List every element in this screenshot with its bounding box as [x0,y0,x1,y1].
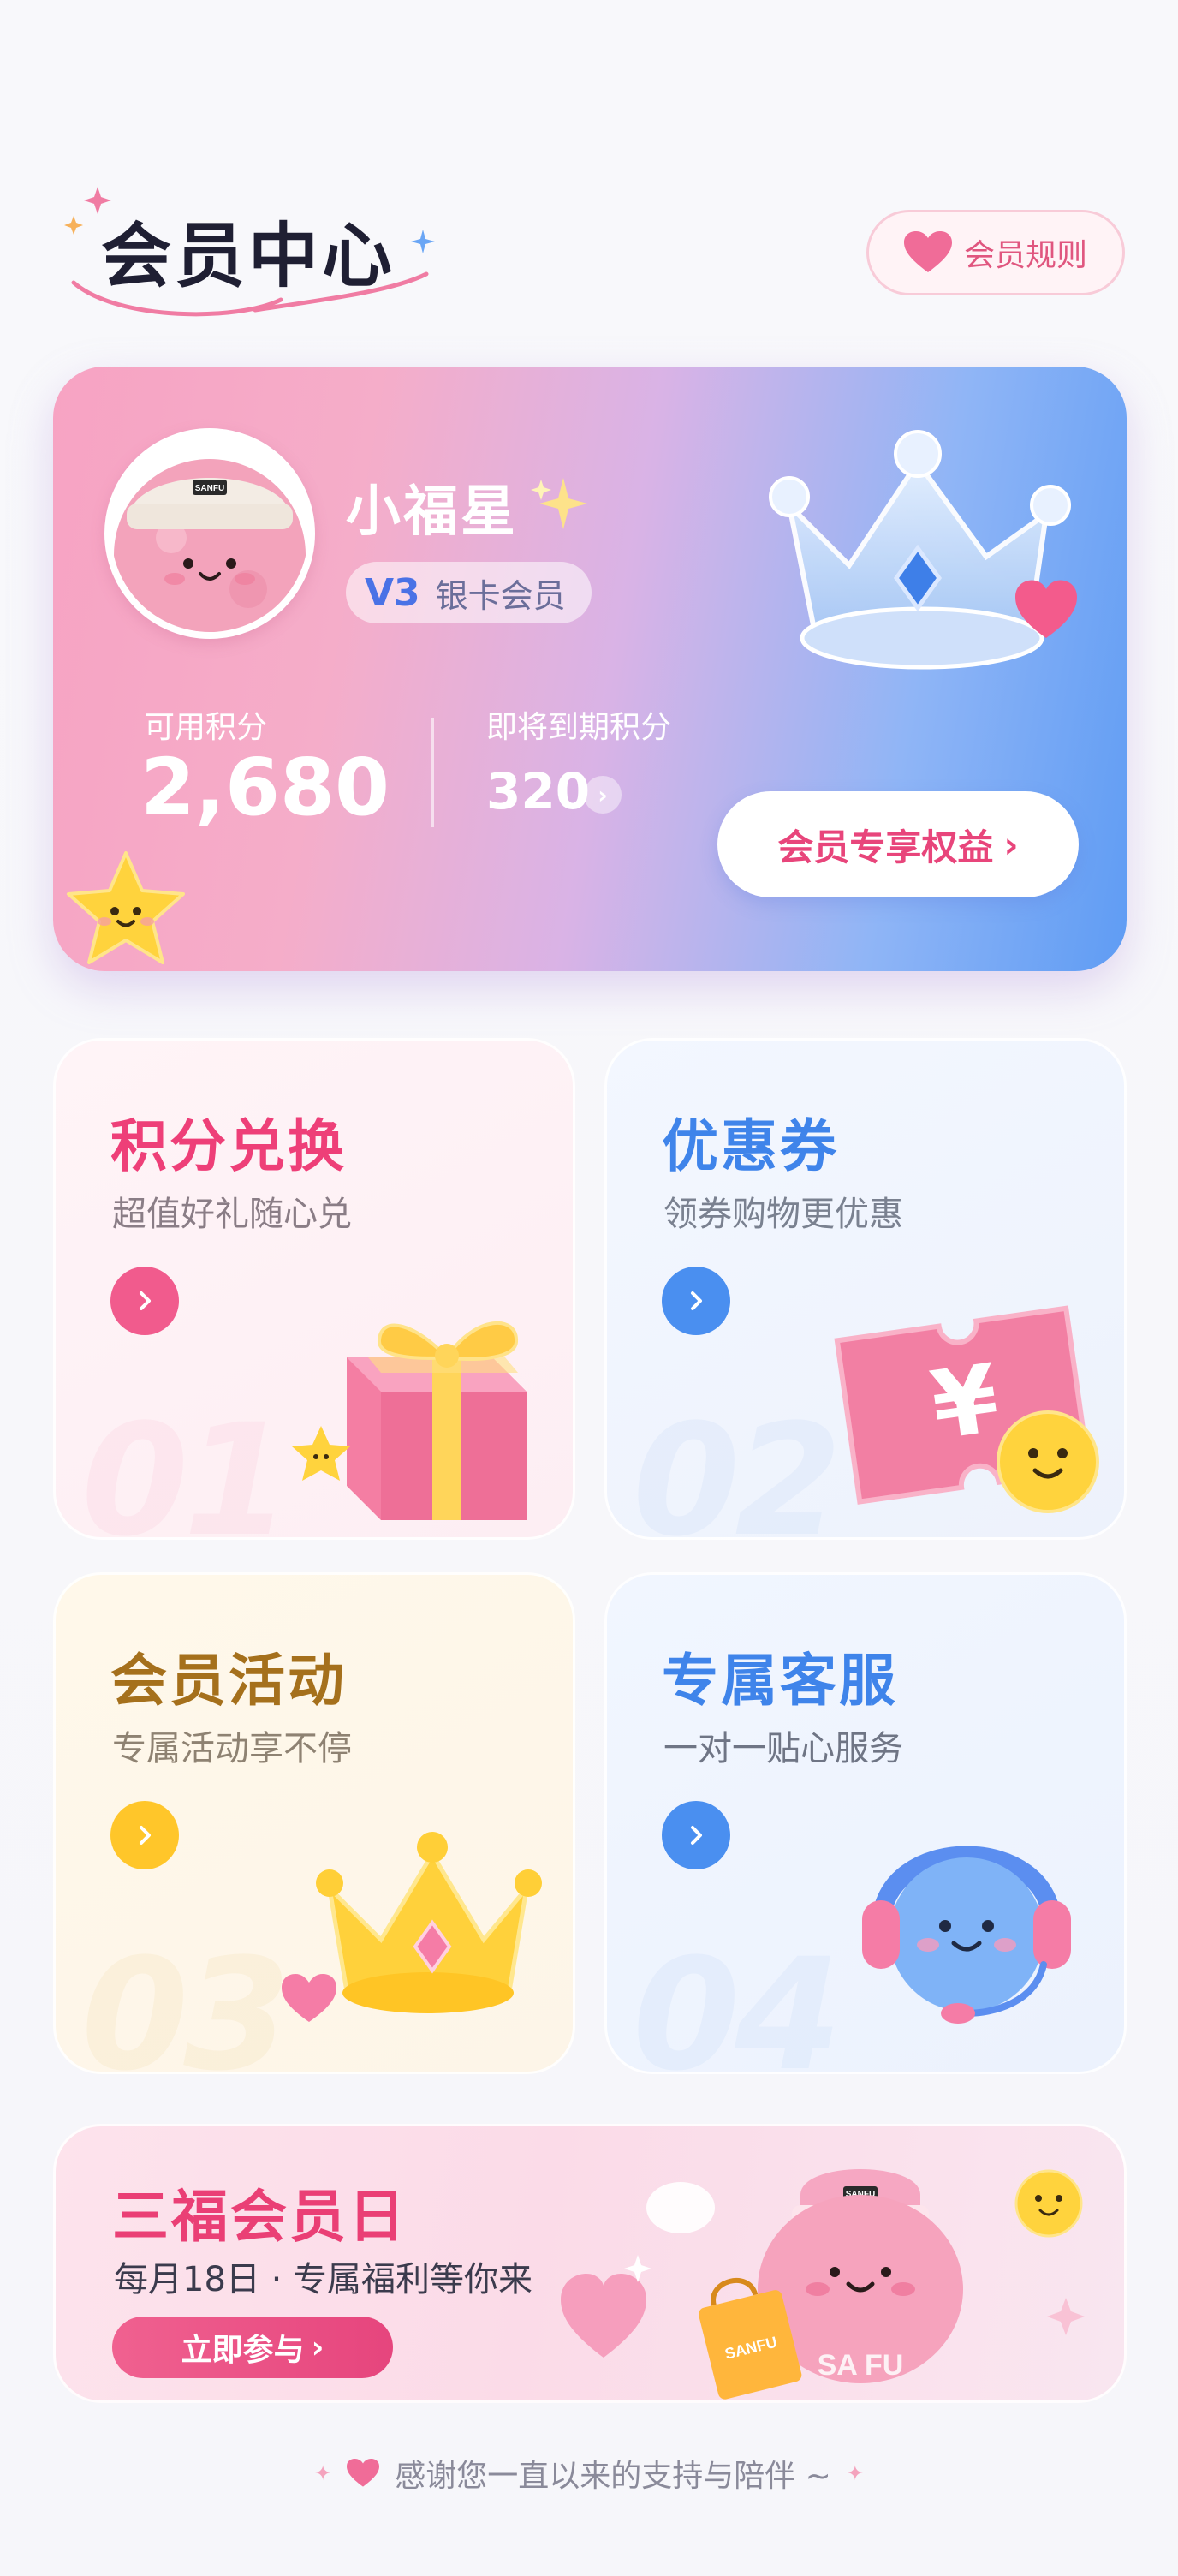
gold-crown-icon [282,1832,542,2022]
tile-number: 03 [81,1926,290,2074]
page-title: 会员中心 [101,216,396,297]
level-code: V3 [365,570,420,615]
member-day-banner[interactable]: 三福会员日 每月18日 · 专属福利等你来 立即参与 › SANFU SA FU… [53,2124,1127,2403]
level-name: 银卡会员 [435,576,566,615]
sparkle-icon: ✦ [314,2461,332,2485]
chevron-right-icon: › [311,2329,324,2365]
chevron-right-icon: › [1003,823,1019,866]
hoodie-label: SA FU [818,2349,904,2382]
join-now-label: 立即参与 [181,2333,305,2368]
avatar-hat-label: SANFU [195,484,224,493]
chevron-right-icon[interactable]: › [584,776,622,814]
join-now-button[interactable]: 立即参与 › [112,2317,393,2378]
banner-title: 三福会员日 [112,2184,408,2250]
tile-go-button[interactable] [110,1267,179,1335]
chevron-right-icon [691,1291,702,1310]
banner-subtitle: 每月18日 · 专属福利等你来 [114,2260,533,2299]
tile-points-exchange[interactable]: 积分兑换 超值好礼随心兑 01 [53,1038,575,1540]
tile-title: 会员活动 [110,1648,347,1714]
available-points-value[interactable]: 2,680 [140,742,390,833]
member-rules-button[interactable]: 会员规则 [866,210,1125,295]
banner-illustration: SANFU SA FU SANFU [561,2169,1085,2400]
tile-subtitle: 一对一贴心服务 [663,1729,903,1768]
avatar[interactable]: SANFU [104,428,315,639]
expiring-points-value[interactable]: 320 [486,762,590,820]
tile-go-button[interactable] [662,1267,730,1335]
coupon-icon: ¥ [834,1305,1099,1513]
tile-subtitle: 超值好礼随心兑 [112,1195,352,1234]
tile-number: 01 [81,1392,290,1540]
tile-title: 优惠券 [662,1113,839,1179]
tile-title: 积分兑换 [110,1113,347,1179]
chevron-right-icon [140,1826,151,1845]
tile-subtitle: 专属活动享不停 [112,1729,352,1768]
sparkle-icon [411,230,435,253]
tile-coupons[interactable]: 优惠券 领券购物更优惠 02 ¥ [604,1038,1127,1540]
sparkle-icon: ✦ [846,2461,864,2485]
mascot-avatar-image: SANFU [114,459,306,632]
tile-customer-service[interactable]: 专属客服 一对一贴心服务 04 [604,1572,1127,2074]
heart-icon [903,231,952,272]
footer-note: ✦ 感谢您一直以来的支持与陪伴 ~ ✦ [0,2451,1178,2496]
points-divider [431,718,434,827]
tile-go-button[interactable] [662,1801,730,1869]
crown-icon [769,430,1077,670]
tile-member-activities[interactable]: 会员活动 专属活动享不停 03 [53,1572,575,2074]
member-benefits-button[interactable]: 会员专享权益 › [717,791,1079,897]
tile-go-button[interactable] [110,1801,179,1869]
star-mascot-icon [67,851,185,964]
tile-subtitle: 领券购物更优惠 [663,1195,903,1234]
expiring-points-label: 即将到期积分 [486,710,672,745]
available-points-label: 可用积分 [144,710,268,745]
member-benefits-label: 会员专享权益 [777,826,994,868]
sparkle-icon [531,478,587,529]
member-rules-label: 会员规则 [963,238,1087,273]
gift-box-icon [292,1321,527,1520]
footer-text: 感谢您一直以来的支持与陪伴 ~ [395,2459,831,2494]
chevron-right-icon [140,1291,151,1310]
member-card: SANFU 小福星 V3 银卡会员 可用积分 2,680 即将到期积分 320 … [53,367,1127,971]
tile-number: 02 [633,1392,842,1540]
tile-title: 专属客服 [662,1648,898,1714]
heart-icon [347,2459,380,2487]
headset-mascot-icon [862,1846,1071,2024]
member-name: 小福星 [346,480,518,544]
chevron-right-icon [691,1826,702,1845]
member-level-badge: V3 银卡会员 [346,562,592,623]
tile-number: 04 [633,1926,842,2074]
